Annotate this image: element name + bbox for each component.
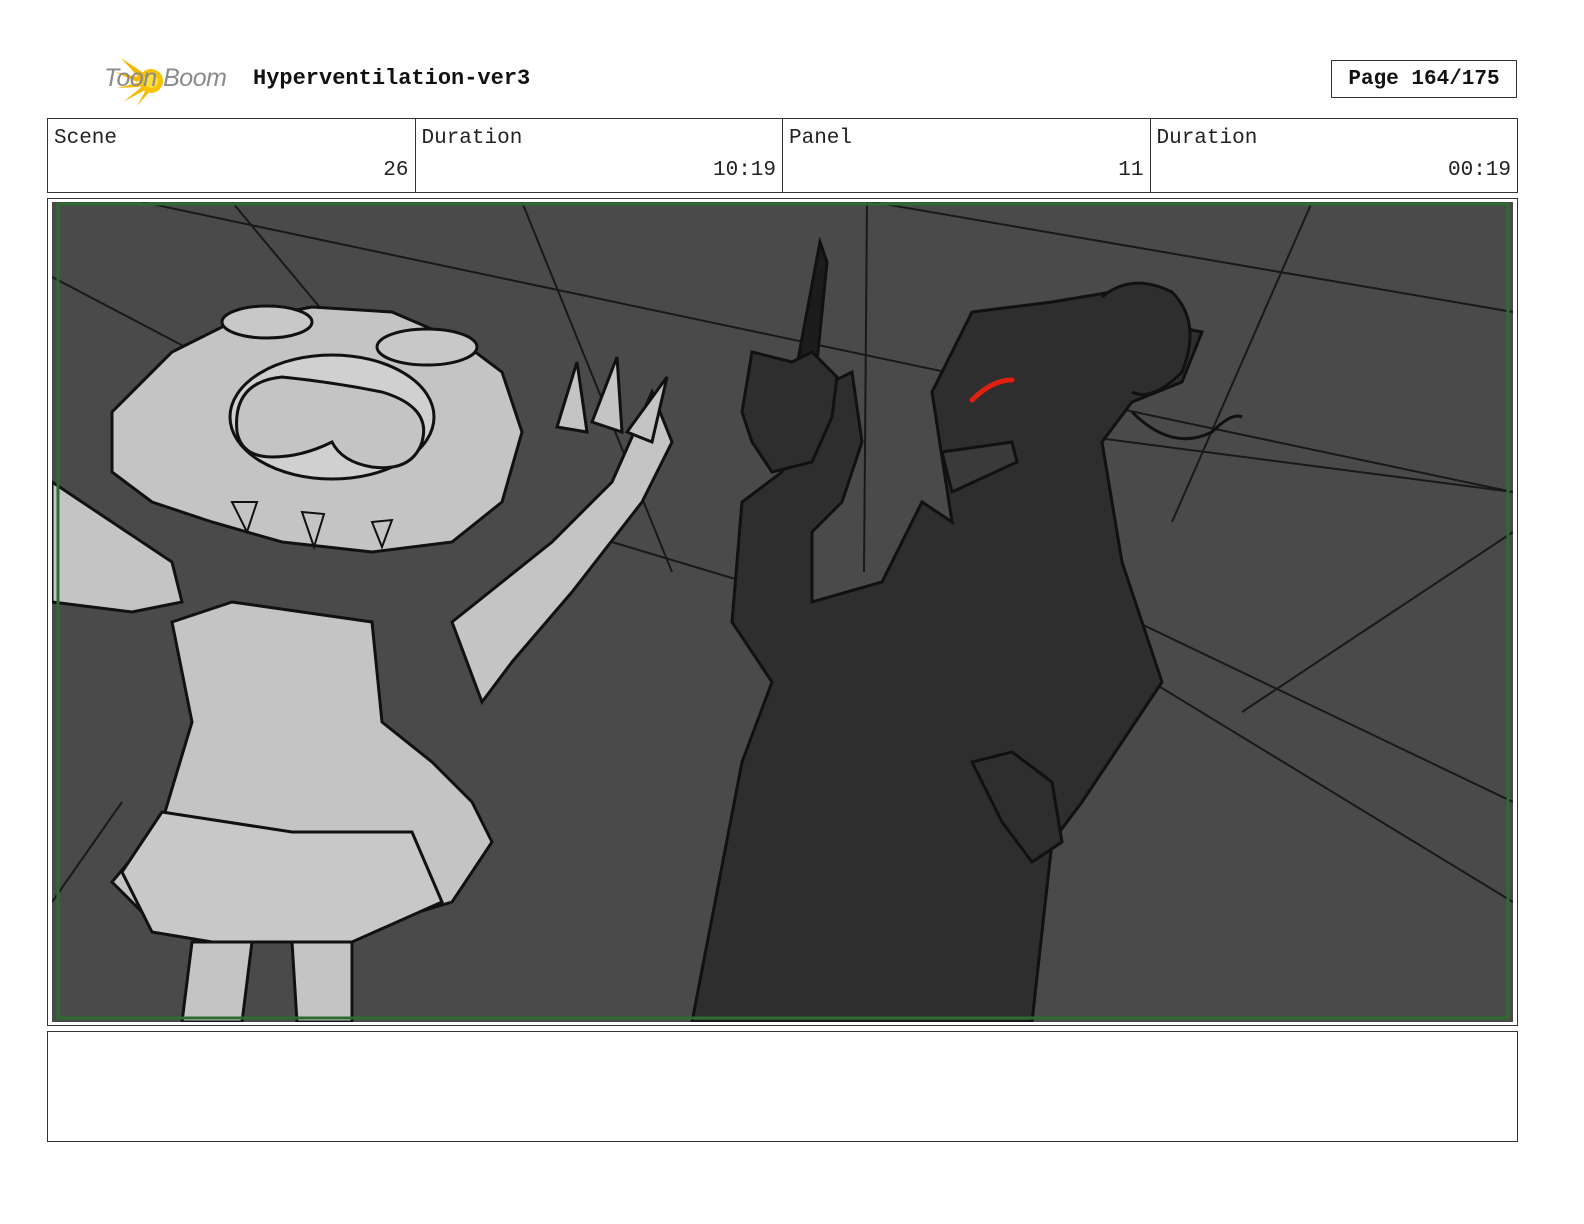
panel-label: Panel — [789, 127, 853, 150]
scene-duration-label: Duration — [421, 127, 523, 150]
page-indicator: Page 164/175 — [1331, 60, 1517, 98]
panel-value: 11 — [1118, 159, 1144, 182]
scene-label: Scene — [54, 127, 118, 150]
storyboard-panel-image — [52, 202, 1513, 1022]
panel-notes-box — [47, 1031, 1518, 1142]
scene-duration-cell: Duration 10:19 — [416, 119, 783, 192]
panel-info-table: Scene 26 Duration 10:19 Panel 11 Duratio… — [47, 118, 1518, 193]
scene-duration-value: 10:19 — [712, 159, 776, 182]
panel-cell: Panel 11 — [783, 119, 1151, 192]
scene-value: 26 — [383, 159, 409, 182]
panel-duration-value: 00:19 — [1447, 159, 1511, 182]
scene-cell: Scene 26 — [48, 119, 416, 192]
project-title: Hyperventilation-ver3 — [253, 66, 531, 91]
brand-name: Toon Boom — [104, 64, 227, 92]
panel-duration-cell: Duration 00:19 — [1151, 119, 1518, 192]
panel-duration-label: Duration — [1156, 127, 1258, 150]
